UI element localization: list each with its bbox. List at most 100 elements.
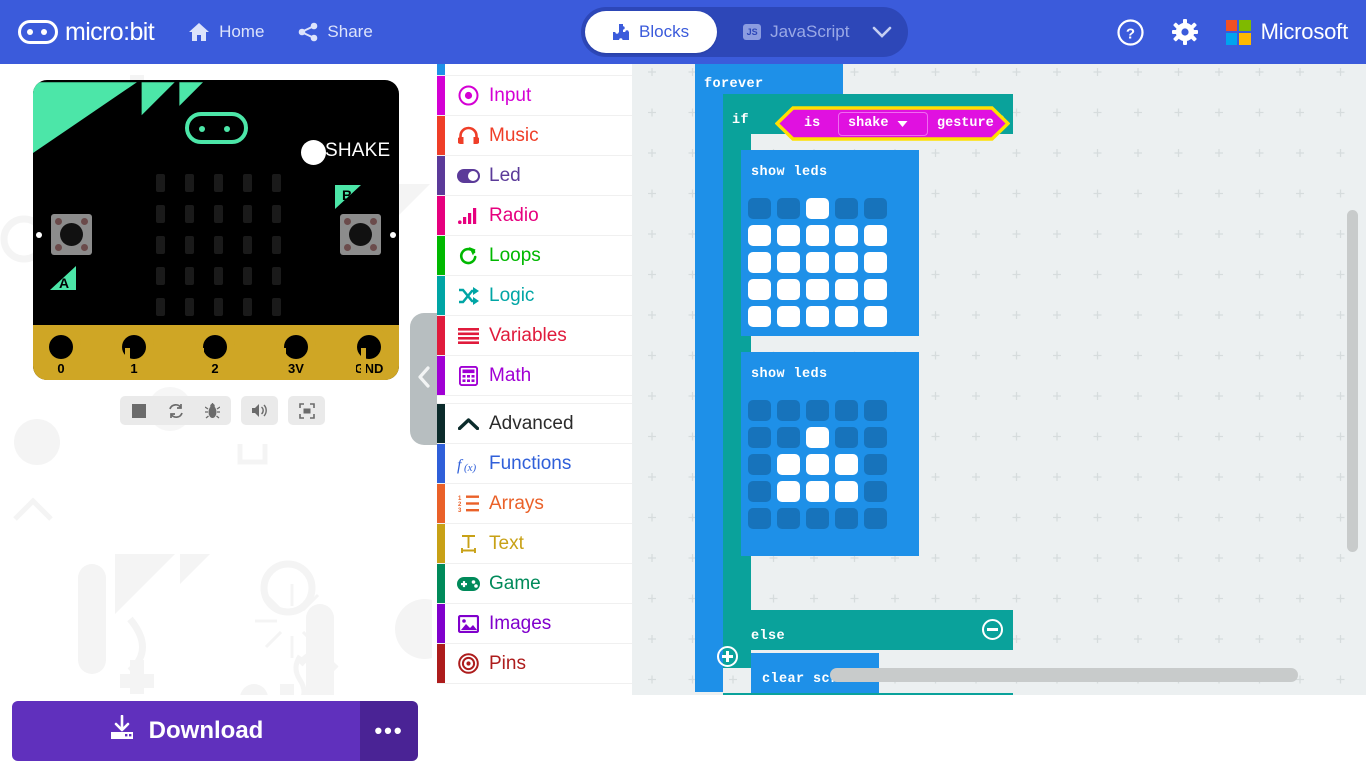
led-cell[interactable] (748, 481, 771, 502)
led-cell[interactable] (835, 252, 858, 273)
led-cell[interactable] (748, 225, 771, 246)
toolbox-category-text[interactable]: Text (437, 524, 632, 564)
blocks-workspace[interactable]: forever if then is shake gesture show le… (632, 52, 1366, 695)
led-cell[interactable] (806, 400, 829, 421)
led-cell[interactable] (864, 400, 887, 421)
led-cell[interactable] (835, 306, 858, 327)
led-cell[interactable] (806, 198, 829, 219)
led-cell[interactable] (806, 252, 829, 273)
fullscreen-button[interactable] (288, 396, 325, 425)
toolbox-category-pins[interactable]: Pins (437, 644, 632, 684)
shake-indicator[interactable] (301, 140, 326, 165)
toolbox-category-led[interactable]: Led (437, 156, 632, 196)
debug-button[interactable] (194, 396, 231, 425)
toolbox-category-math[interactable]: Math (437, 356, 632, 396)
download-more-button[interactable]: ••• (360, 701, 418, 761)
mute-button[interactable] (241, 396, 278, 425)
help-button[interactable]: ? (1116, 18, 1144, 46)
led-cell[interactable] (777, 481, 800, 502)
led-matrix-editor-1[interactable] (748, 198, 893, 333)
nav-home[interactable]: Home (188, 22, 264, 42)
led-cell[interactable] (806, 454, 829, 475)
download-button[interactable]: Download (12, 701, 360, 761)
tab-javascript[interactable]: JS JavaScript (743, 22, 849, 42)
led-cell[interactable] (748, 454, 771, 475)
button-b[interactable] (340, 214, 381, 255)
workspace-horizontal-scrollbar[interactable] (830, 668, 1298, 682)
block-forever-body[interactable] (695, 60, 723, 692)
led-matrix-editor-2[interactable] (748, 400, 893, 535)
led-cell[interactable] (835, 400, 858, 421)
led-cell[interactable] (835, 225, 858, 246)
led-cell[interactable] (748, 252, 771, 273)
led-cell[interactable] (777, 454, 800, 475)
toolbox-category-variables[interactable]: Variables (437, 316, 632, 356)
category-color-bar (437, 604, 445, 643)
led-cell[interactable] (835, 508, 858, 529)
led-cell[interactable] (864, 454, 887, 475)
block-collapse-button[interactable] (982, 619, 1003, 640)
toolbox-category-input[interactable]: Input (437, 76, 632, 116)
block-expand-button[interactable] (717, 646, 738, 667)
restart-button[interactable] (157, 396, 194, 425)
toolbox-category-images[interactable]: Images (437, 604, 632, 644)
led-cell[interactable] (864, 508, 887, 529)
led-cell[interactable] (835, 427, 858, 448)
led-cell[interactable] (835, 481, 858, 502)
led-cell[interactable] (806, 225, 829, 246)
led-cell[interactable] (864, 427, 887, 448)
led-cell[interactable] (835, 279, 858, 300)
led-cell[interactable] (748, 400, 771, 421)
toolbox-category-loops[interactable]: Loops (437, 236, 632, 276)
led-cell[interactable] (864, 481, 887, 502)
led-cell[interactable] (777, 198, 800, 219)
led-cell[interactable] (806, 481, 829, 502)
toolbox-category-advanced[interactable]: Advanced (437, 404, 632, 444)
led-cell[interactable] (777, 252, 800, 273)
workspace-vertical-scrollbar[interactable] (1347, 210, 1358, 552)
led-cell[interactable] (835, 198, 858, 219)
led-cell[interactable] (748, 427, 771, 448)
led-cell[interactable] (748, 306, 771, 327)
button-a[interactable] (51, 214, 92, 255)
edge-pin-1[interactable]: 1 (114, 325, 154, 380)
led-cell[interactable] (864, 225, 887, 246)
microbit-logo[interactable]: micro:bit (18, 18, 155, 47)
toolbox-category-game[interactable]: Game (437, 564, 632, 604)
nav-share[interactable]: Share (298, 22, 373, 42)
microsoft-logo[interactable]: Microsoft (1225, 19, 1348, 45)
led-cell[interactable] (748, 198, 771, 219)
language-dropdown-button[interactable] (871, 25, 893, 39)
download-label: Download (148, 717, 264, 744)
block-gesture-condition[interactable]: is shake gesture (775, 106, 1010, 141)
edge-pin-0[interactable]: 0 (41, 325, 81, 380)
led-cell[interactable] (777, 400, 800, 421)
led-cell[interactable] (835, 454, 858, 475)
led-cell[interactable] (864, 198, 887, 219)
settings-button[interactable] (1171, 19, 1198, 45)
led-cell[interactable] (806, 427, 829, 448)
led-cell[interactable] (777, 508, 800, 529)
led-cell[interactable] (864, 252, 887, 273)
led-cell[interactable] (806, 279, 829, 300)
usb-connector-icon (185, 112, 248, 144)
gesture-dropdown[interactable]: shake (838, 111, 928, 136)
led-cell[interactable] (777, 279, 800, 300)
led-cell[interactable] (864, 279, 887, 300)
toolbox-category-logic[interactable]: Logic (437, 276, 632, 316)
led-cell[interactable] (777, 427, 800, 448)
led-cell[interactable] (777, 306, 800, 327)
led-cell[interactable] (864, 306, 887, 327)
toolbox-category-arrays[interactable]: 1 2 3 Arrays (437, 484, 632, 524)
toolbox-collapse-button[interactable] (410, 313, 437, 445)
toolbox-category-music[interactable]: Music (437, 116, 632, 156)
toolbox-category-radio[interactable]: Radio (437, 196, 632, 236)
led-cell[interactable] (806, 306, 829, 327)
stop-button[interactable] (120, 396, 157, 425)
tab-blocks[interactable]: Blocks (585, 11, 718, 53)
toolbox-category-functions[interactable]: f (x) Functions (437, 444, 632, 484)
led-cell[interactable] (748, 508, 771, 529)
led-cell[interactable] (806, 508, 829, 529)
led-cell[interactable] (777, 225, 800, 246)
led-cell[interactable] (748, 279, 771, 300)
